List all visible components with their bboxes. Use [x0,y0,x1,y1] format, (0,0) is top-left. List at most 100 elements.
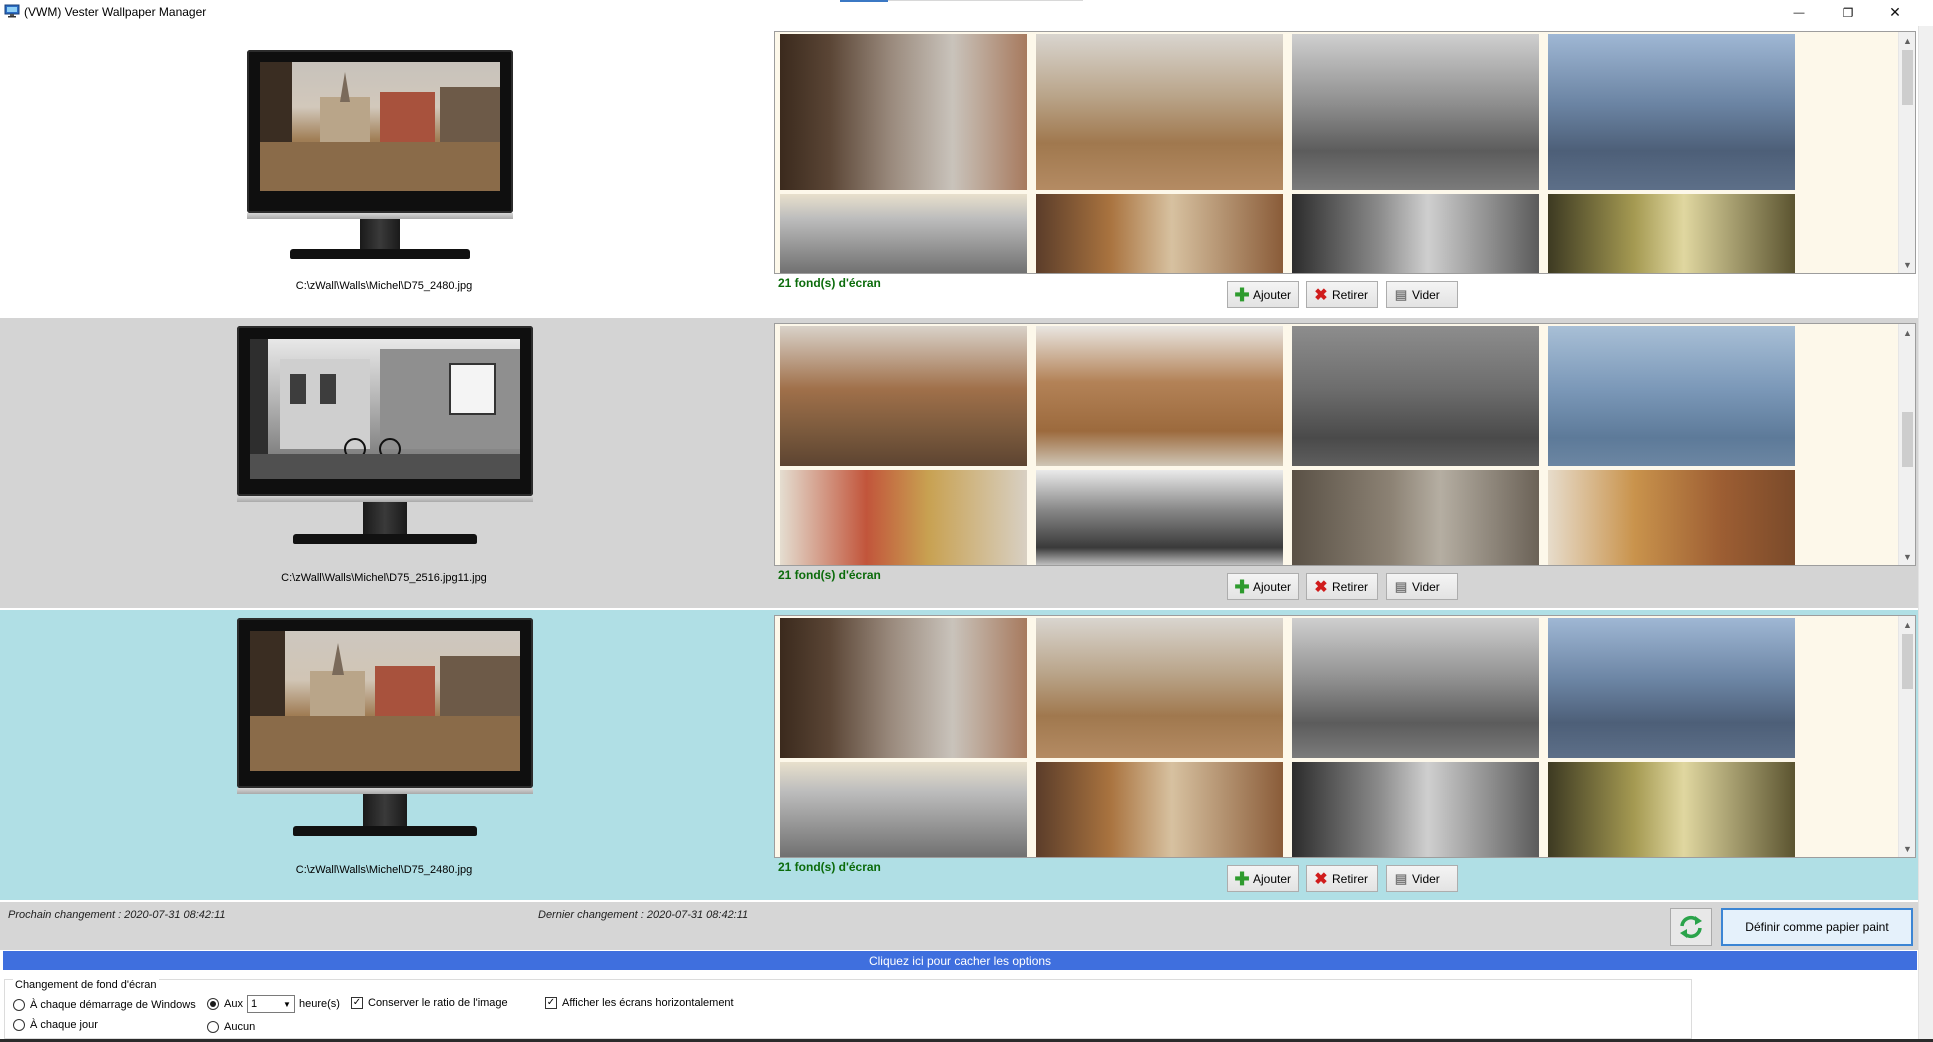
window-scrollbar[interactable] [1918,26,1933,1039]
gallery-scrollbar[interactable]: ▲ ▼ [1898,32,1915,273]
thumbnail[interactable] [1548,470,1795,565]
thumbnail-gallery[interactable]: ▲ ▼ [774,323,1916,566]
scroll-thumb[interactable] [1902,50,1913,105]
remove-label: Retirer [1332,579,1369,594]
restore-icon: ❐ [1842,5,1854,20]
thumbnail[interactable] [1548,618,1795,758]
daily-option[interactable]: À chaque jour [13,1019,98,1031]
thumbnail[interactable] [1292,470,1539,565]
set-wallpaper-button[interactable]: Définir comme papier paint [1721,908,1913,946]
remove-button[interactable]: ✖ Retirer [1306,865,1378,892]
red-x-icon: ✖ [1314,578,1328,596]
none-option[interactable]: Aucun [207,1021,255,1033]
thumbnail-gallery[interactable]: ▲ ▼ [774,615,1916,858]
thumbnail[interactable] [1036,618,1283,758]
horizontal-option[interactable]: ✓ Afficher les écrans horizontalement [545,997,734,1009]
green-plus-icon: ✚ [1234,868,1250,889]
chevron-down-icon[interactable]: ▼ [1899,840,1915,857]
title-bar: (VWM) Vester Wallpaper Manager — ❐ ✕ [0,0,1933,25]
radio-startup[interactable] [13,999,25,1011]
restore-button[interactable]: ❐ [1825,0,1871,25]
thumbnail[interactable] [1036,470,1283,565]
minimize-button[interactable]: — [1776,0,1822,25]
radio-none[interactable] [207,1021,219,1033]
thumbnail-gallery[interactable]: ▲ ▼ [774,31,1916,274]
add-button[interactable]: ✚ Ajouter [1227,865,1299,892]
green-plus-icon: ✚ [1234,284,1250,305]
monitor-neck [363,794,407,826]
scroll-thumb[interactable] [1902,634,1913,689]
every-prefix-label: Aux [224,998,243,1010]
thumbnail[interactable] [780,470,1027,565]
thumbnail[interactable] [780,618,1027,758]
clear-button[interactable]: ▤ Vider [1386,281,1458,308]
thumbnail[interactable] [1292,326,1539,466]
monitor-base [293,534,477,544]
monitor-base [293,826,477,836]
thumbnail[interactable] [1292,34,1539,190]
toggle-options-bar[interactable]: Cliquez ici pour cacher les options [3,951,1917,970]
chevron-up-icon[interactable]: ▲ [1899,32,1915,49]
thumbnail[interactable] [1292,194,1539,273]
monitor-neck [360,219,400,249]
daily-label: À chaque jour [30,1019,98,1031]
remove-label: Retirer [1332,287,1369,302]
remove-button[interactable]: ✖ Retirer [1306,573,1378,600]
scroll-thumb[interactable] [1902,412,1913,467]
clipboard-icon: ▤ [1394,870,1408,886]
monitor-neck [363,502,407,534]
keep-ratio-label: Conserver le ratio de l'image [368,997,508,1009]
thumbnail[interactable] [1548,762,1795,857]
add-button[interactable]: ✚ Ajouter [1227,573,1299,600]
remove-label: Retirer [1332,871,1369,886]
thumbnail[interactable] [1036,762,1283,857]
startup-label: À chaque démarrage de Windows [30,999,196,1011]
clear-button[interactable]: ▤ Vider [1386,573,1458,600]
wallpaper-preview [250,631,520,771]
thumbnail[interactable] [1036,34,1283,190]
thumbnail[interactable] [1036,194,1283,273]
thumbnail[interactable] [1548,194,1795,273]
thumbnail[interactable] [780,762,1027,857]
interval-value: 1 [250,998,258,1010]
refresh-arrows-icon [1680,915,1702,939]
clear-button[interactable]: ▤ Vider [1386,865,1458,892]
refresh-button[interactable] [1670,908,1712,946]
every-option[interactable]: Aux 1 ▼ heure(s) [207,995,340,1013]
wallpaper-count: 21 fond(s) d'écran [778,568,881,582]
chevron-down-icon[interactable]: ▼ [1899,548,1915,565]
wallpaper-preview [250,339,520,479]
remove-button[interactable]: ✖ Retirer [1306,281,1378,308]
options-panel: Changement de fond d'écran À chaque déma… [0,971,1918,1042]
horizontal-label: Afficher les écrans horizontalement [562,997,734,1009]
keep-ratio-checkbox[interactable]: ✓ [351,997,363,1009]
radio-every[interactable] [207,998,219,1010]
thumbnail[interactable] [1292,618,1539,758]
gallery-scrollbar[interactable]: ▲ ▼ [1898,324,1915,565]
gallery-scrollbar[interactable]: ▲ ▼ [1898,616,1915,857]
interval-combo[interactable]: 1 ▼ [246,995,295,1013]
startup-option[interactable]: À chaque démarrage de Windows [13,999,196,1011]
thumbnail[interactable] [1548,34,1795,190]
thumbnail[interactable] [780,326,1027,466]
horizontal-checkbox[interactable]: ✓ [545,997,557,1009]
keep-ratio-option[interactable]: ✓ Conserver le ratio de l'image [351,997,508,1009]
thumbnail[interactable] [1548,326,1795,466]
chevron-up-icon[interactable]: ▲ [1899,324,1915,341]
add-button[interactable]: ✚ Ajouter [1227,281,1299,308]
thumbnail[interactable] [1036,326,1283,466]
app-window: (VWM) Vester Wallpaper Manager — ❐ ✕ C:\… [0,0,1933,1042]
thumbnail[interactable] [780,34,1027,190]
wallpaper-preview [260,62,500,191]
none-label: Aucun [224,1021,256,1033]
thumbnail[interactable] [780,194,1027,273]
thumbnail[interactable] [1292,762,1539,857]
chevron-down-icon[interactable]: ▼ [1899,256,1915,273]
chevron-up-icon[interactable]: ▲ [1899,616,1915,633]
title-accent-line [888,0,1083,1]
monitor-base [290,249,470,259]
close-button[interactable]: ✕ [1872,0,1918,25]
set-wallpaper-label: Définir comme papier paint [1745,920,1889,934]
radio-daily[interactable] [13,1019,25,1031]
red-x-icon: ✖ [1314,286,1328,304]
